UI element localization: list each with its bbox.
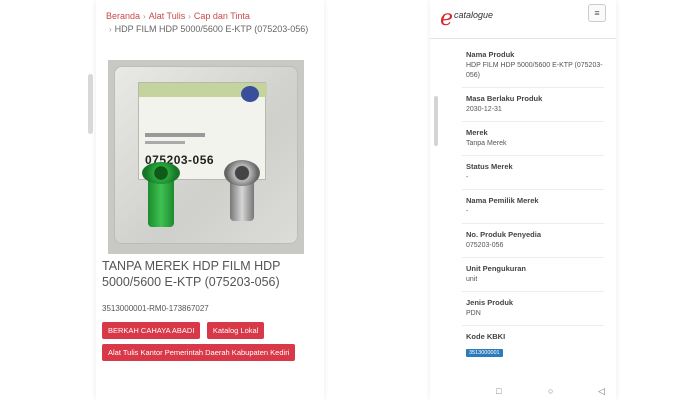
product-info-panel: e catalogue ≡ Nama Produk HDP FILM HDP 5… — [430, 0, 616, 400]
field-label: Merek — [466, 128, 488, 137]
field-nama-produk: Nama Produk HDP FILM HDP 5000/5600 E-KTP… — [462, 44, 604, 88]
hamburger-menu-button[interactable]: ≡ — [588, 4, 606, 22]
breadcrumb: Beranda › Alat Tulis › Cap dan Tinta › HDP FI… — [106, 10, 321, 36]
recent-apps-icon[interactable]: □ — [496, 386, 501, 396]
product-attribute-list: Nama Produk HDP FILM HDP 5000/5600 E-KTP… — [462, 44, 604, 365]
field-no-produk-penyedia: No. Produk Penyedia 075203-056 — [462, 224, 604, 258]
back-icon[interactable]: ◁ — [598, 386, 605, 397]
field-label: Kode KBKI — [466, 332, 506, 341]
product-tags: BERKAH CAHAYA ABADI Katalog Lokal Alat T… — [102, 320, 322, 364]
breadcrumb-home[interactable]: Beranda — [106, 11, 140, 21]
field-value: - — [466, 208, 469, 215]
field-value: Tanpa Merek — [466, 140, 507, 147]
field-kode-kbki: Kode KBKI 3513000001 — [462, 326, 604, 365]
field-value: 075203-056 — [466, 242, 504, 249]
chevron-right-icon: › — [188, 12, 191, 21]
tag-catalog[interactable]: Katalog Lokal — [206, 322, 265, 339]
product-title: TANPA MEREK HDP FILM HDP 5000/5600 E-KTP… — [102, 259, 281, 289]
field-pemilik-merek: Nama Pemilik Merek - — [462, 190, 604, 224]
scrollbar-right[interactable] — [434, 96, 438, 146]
field-value: HDP FILM HDP 5000/5600 E-KTP (075203-056… — [466, 62, 603, 79]
breadcrumb-current: › HDP FILM HDP 5000/5600 E-KTP (075203-05… — [106, 23, 321, 36]
package-logo-icon — [241, 86, 259, 102]
field-value: 2030-12-31 — [466, 106, 502, 113]
field-label: Nama Pemilik Merek — [466, 196, 539, 205]
logo-text: catalogue — [454, 10, 494, 20]
chevron-right-icon: › — [143, 12, 146, 21]
breadcrumb-current-label: HDP FILM HDP 5000/5600 E-KTP (075203-056… — [114, 24, 309, 34]
field-jenis-produk: Jenis Produk PDN — [462, 292, 604, 326]
package-text-line — [145, 133, 205, 137]
field-unit-pengukuran: Unit Pengukuran unit — [462, 258, 604, 292]
header-divider — [430, 38, 616, 39]
gray-cartridge-spool — [224, 160, 260, 186]
field-label: Masa Berlaku Produk — [466, 94, 543, 103]
green-cartridge-spool — [142, 162, 180, 184]
field-label: Nama Produk — [466, 50, 515, 59]
field-label: No. Produk Penyedia — [466, 230, 542, 239]
menu-icon: ≡ — [594, 8, 600, 18]
field-value: unit — [466, 276, 478, 283]
breadcrumb-subcategory[interactable]: Cap dan Tinta — [194, 11, 250, 21]
chevron-right-icon: › — [109, 25, 112, 34]
field-label: Unit Pengukuran — [466, 264, 527, 273]
home-icon[interactable]: ○ — [548, 386, 553, 396]
screenshot-root: Beranda › Alat Tulis › Cap dan Tinta › HDP FI… — [0, 0, 700, 400]
logo-letter: e — [440, 6, 454, 31]
product-image[interactable]: 075203-056 — [108, 60, 304, 254]
tag-catalog-owner[interactable]: Alat Tulis Kantor Pemerintah Daerah Kabu… — [102, 344, 296, 361]
scrollbar-left[interactable] — [88, 74, 93, 134]
product-detail-panel: Beranda › Alat Tulis › Cap dan Tinta › HDP FI… — [88, 0, 324, 400]
ecatalogue-logo[interactable]: e catalogue — [440, 6, 520, 34]
field-value: PDN — [466, 310, 481, 317]
android-nav-bar: □ ○ ◁ — [430, 384, 616, 400]
tag-vendor[interactable]: BERKAH CAHAYA ABADI — [102, 322, 201, 339]
field-label: Jenis Produk — [466, 298, 514, 307]
field-masa-berlaku: Masa Berlaku Produk 2030-12-31 — [462, 88, 604, 122]
field-value: - — [466, 174, 469, 181]
field-merek: Merek Tanpa Merek — [462, 122, 604, 156]
package-text-line — [145, 141, 185, 144]
field-label: Status Merek — [466, 162, 513, 171]
product-code: 3513000001-RM0-173867027 — [102, 304, 209, 313]
breadcrumb-category[interactable]: Alat Tulis — [149, 11, 186, 21]
field-status-merek: Status Merek - — [462, 156, 604, 190]
kbki-badge[interactable]: 3513000001 — [466, 349, 503, 357]
